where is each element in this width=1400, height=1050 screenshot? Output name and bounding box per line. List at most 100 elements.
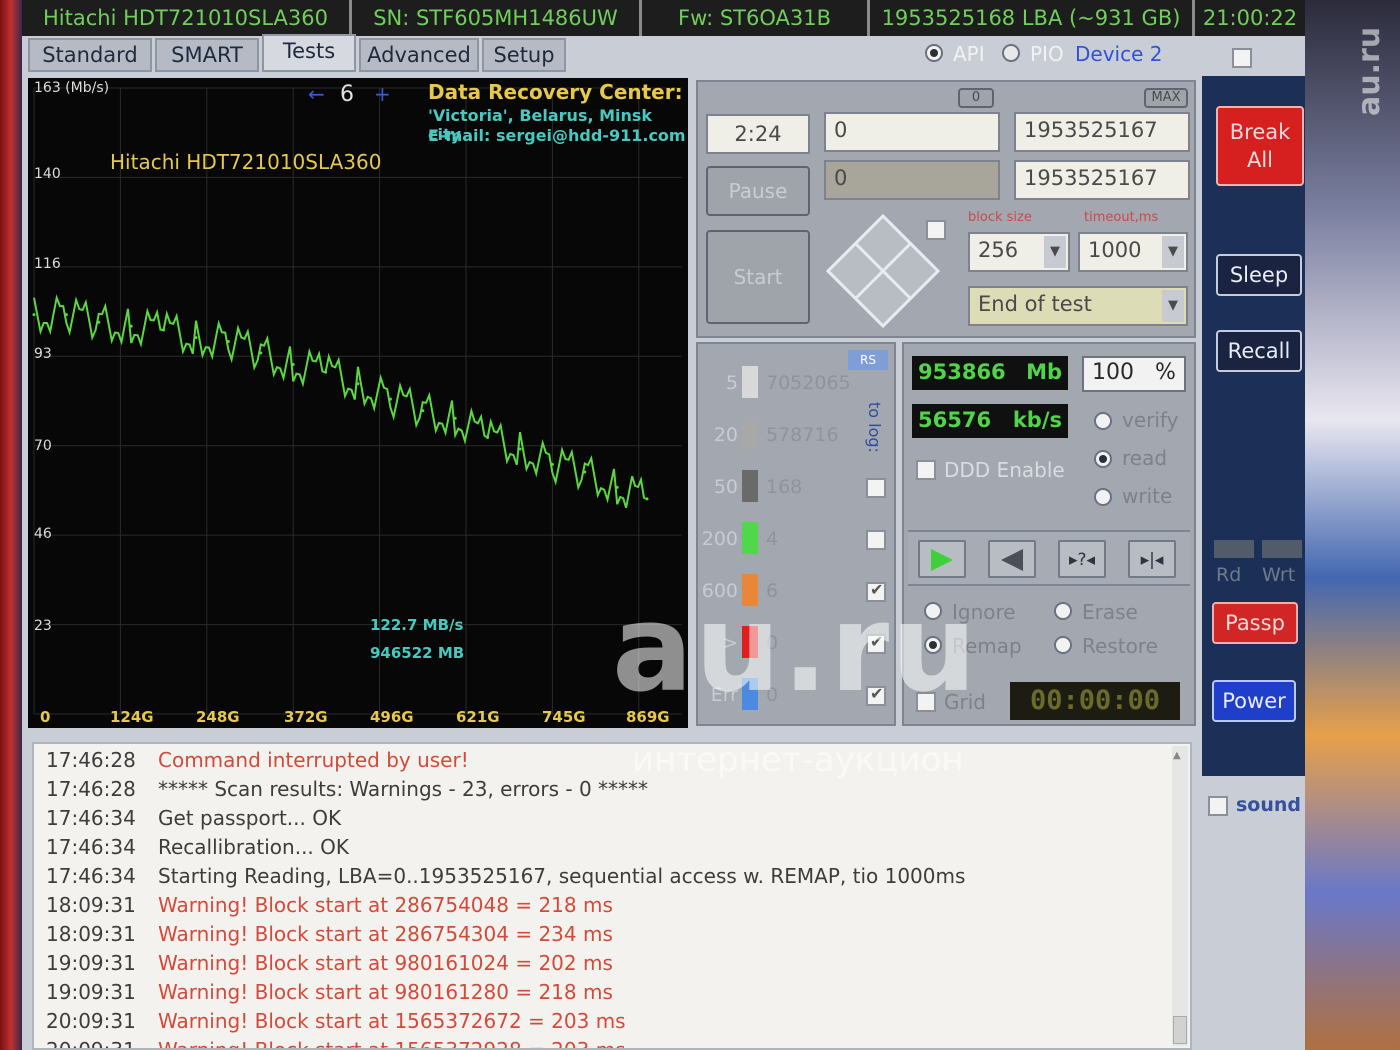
sound-checkbox[interactable] [1208, 796, 1228, 816]
log-message: Warning! Block start at 1565372672 = 203… [158, 1009, 626, 1033]
verify-radio[interactable] [1094, 412, 1112, 430]
pause-button[interactable]: Pause [706, 166, 810, 216]
y-tick: 93 [34, 346, 52, 362]
power-button[interactable]: Power [1212, 680, 1296, 722]
log-entry: 17:46:34 Recallibration... OK [46, 835, 349, 864]
current-lba-field: 0 [824, 160, 1000, 200]
log-time: 17:46:34 [46, 835, 136, 859]
end-action-value: End of test [978, 292, 1092, 316]
log-time: 17:46:28 [46, 777, 136, 801]
timer-value: 2:24 [734, 122, 782, 146]
hints-checkbox[interactable] [1232, 48, 1252, 68]
log-checkbox[interactable] [866, 478, 886, 498]
log-time: 18:09:31 [46, 922, 136, 946]
latency-count: 578716 [766, 424, 839, 446]
log-message: Warning! Block start at 286754304 = 234 … [158, 922, 613, 946]
pass-down-arrow[interactable]: ← [308, 82, 325, 106]
pass-up-arrow[interactable]: + [374, 82, 391, 106]
tab-tests[interactable]: Tests [262, 34, 356, 72]
end-lba-field[interactable]: 1953525167 [1014, 112, 1190, 152]
y-tick: 70 [34, 438, 52, 454]
drive-model: Hitachi HDT721010SLA360 [22, 0, 352, 36]
end-action-select[interactable]: End of test ▼ [968, 286, 1188, 326]
read-label: read [1122, 446, 1168, 470]
speed-data-point [453, 416, 457, 420]
zero-button[interactable]: 0 [958, 88, 994, 108]
speed-data-point [388, 397, 392, 401]
speed-data-point [32, 313, 36, 317]
log-entry: 18:09:31 Warning! Block start at 28675430… [46, 922, 613, 951]
passport-button[interactable]: Passp [1212, 602, 1298, 644]
tab-smart[interactable]: SMART [155, 38, 259, 72]
desktop-wallpaper [1305, 0, 1400, 1050]
x-tick: 372G [284, 708, 328, 726]
graph-canvas [32, 87, 682, 715]
chevron-down-icon[interactable]: ▼ [1162, 236, 1184, 268]
latency-count: 168 [766, 476, 803, 498]
seek-random-icon: ▸?◂ [1068, 550, 1096, 570]
erase-radio[interactable] [1054, 602, 1072, 620]
timeout-select[interactable]: 1000 ▼ [1078, 232, 1188, 272]
seek-random-button[interactable]: ▸?◂ [1058, 540, 1106, 578]
tab-advanced[interactable]: Advanced [359, 38, 479, 72]
timeout-value: 1000 [1088, 238, 1142, 262]
log-entry: 18:09:31 Warning! Block start at 28675404… [46, 893, 613, 922]
speed-data-point [291, 363, 295, 367]
read-speed-unit: kb/s [1012, 408, 1062, 432]
speed-data-point [194, 336, 198, 340]
ddd-enable-checkbox[interactable] [916, 460, 936, 480]
read-radio[interactable] [1094, 450, 1112, 468]
device-selector[interactable]: Device 2 [1075, 42, 1162, 66]
speed-data-point [324, 370, 328, 374]
recall-button[interactable]: Recall [1216, 330, 1302, 372]
start-lba-field[interactable]: 0 [824, 112, 1000, 152]
max-button[interactable]: MAX [1144, 88, 1188, 108]
latency-color-swatch [742, 522, 758, 554]
seek-direction-pad[interactable] [824, 212, 942, 330]
pad-checkbox[interactable] [926, 220, 946, 240]
log-message: Command interrupted by user! [158, 748, 469, 772]
percent-value: 100 [1092, 360, 1135, 385]
seek-end-button[interactable]: ▸|◂ [1128, 540, 1176, 578]
block-size-select[interactable]: 256 ▼ [968, 232, 1070, 272]
break-all-button[interactable]: Break All [1216, 106, 1304, 186]
latency-color-swatch [742, 418, 758, 450]
scroll-up-icon[interactable]: ▲ [1173, 750, 1181, 761]
graph-drive-name: Hitachi HDT721010SLA360 [110, 150, 382, 174]
log-message: Warning! Block start at 980161024 = 202 … [158, 951, 613, 975]
tab-standard[interactable]: Standard [28, 38, 152, 72]
log-scrollbar[interactable]: ▲ [1172, 746, 1188, 1046]
tab-setup[interactable]: Setup [482, 38, 566, 72]
speed-data-point [97, 320, 101, 324]
speed-data-point [421, 409, 425, 413]
x-tick: 496G [370, 708, 414, 726]
desktop-left-edge [0, 0, 22, 1050]
log-entry: 17:46:34 Get passport... OK [46, 806, 341, 835]
play-button[interactable] [918, 540, 966, 578]
corner-watermark-text: au.ru [1352, 26, 1387, 116]
pio-radio[interactable] [1002, 44, 1020, 62]
back-button[interactable] [988, 540, 1036, 578]
restore-label: Restore [1082, 634, 1158, 658]
chevron-down-icon[interactable]: ▼ [1044, 236, 1066, 268]
x-tick: 745G [542, 708, 586, 726]
current-speed: 122.7 MB/s [370, 616, 464, 634]
log-entry: 17:46:28 Command interrupted by user! [46, 748, 469, 777]
api-radio[interactable] [925, 44, 943, 62]
speed-data-point [356, 382, 360, 386]
scroll-thumb[interactable] [1173, 1016, 1187, 1044]
break-all-label-1: Break [1229, 120, 1291, 144]
current-position: 946522 MB [370, 644, 465, 662]
restore-radio[interactable] [1054, 636, 1072, 654]
log-message: Warning! Block start at 1565372928 = 203… [158, 1038, 626, 1050]
sleep-button[interactable]: Sleep [1216, 254, 1302, 296]
timer-field[interactable]: 2:24 [706, 114, 810, 154]
start-button[interactable]: Start [706, 230, 810, 324]
block-size-value: 256 [978, 238, 1019, 262]
end-lba-field-2[interactable]: 1953525167 [1014, 160, 1190, 200]
log-entry: 19:09:31 Warning! Block start at 98016102… [46, 951, 613, 980]
chevron-down-icon[interactable]: ▼ [1162, 290, 1184, 322]
elapsed-timer: 00:00:00 [1010, 682, 1180, 720]
log-checkbox[interactable] [866, 530, 886, 550]
write-radio[interactable] [1094, 488, 1112, 506]
